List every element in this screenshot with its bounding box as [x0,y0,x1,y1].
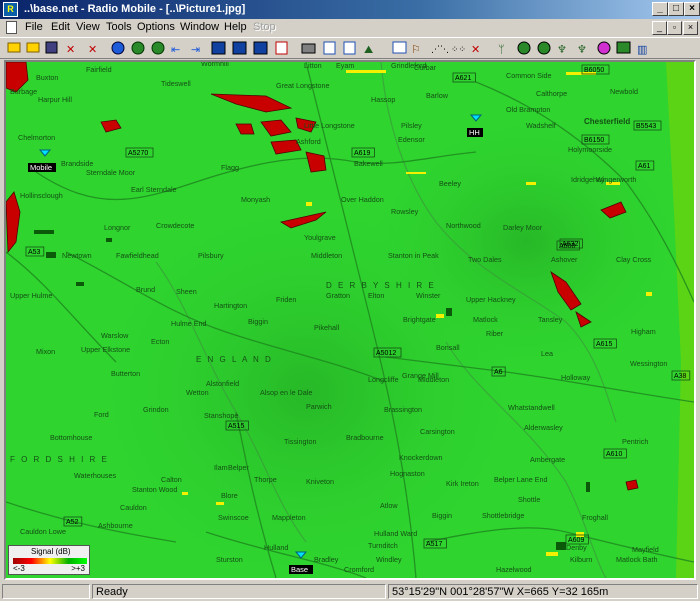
legend-title: Signal (dB) [31,547,71,556]
document-icon[interactable] [6,21,17,34]
unit-hh[interactable]: HH [467,114,483,137]
cartesian-coverage-icon[interactable] [537,41,551,55]
open-folder-icon[interactable] [7,42,21,53]
antenna-icon[interactable] [616,41,631,54]
unit-mobile[interactable]: Mobile [28,149,56,172]
map-view[interactable]: Buxton Fairfield Wormhill Litton Eyam Grindle… [4,60,696,580]
unit-marker-icon[interactable] [294,551,308,559]
unit-label: Mobile [30,163,52,172]
zoom-in-icon[interactable] [211,41,226,55]
status-state: Ready [92,584,386,599]
menu-view[interactable]: View [76,21,100,33]
zoom-out-icon[interactable] [232,41,247,55]
legend-icon[interactable]: ▥ [637,43,647,56]
menu-bar: File Edit View Tools Options Window Help… [0,19,700,37]
unit-markers: Mobile HH Base [28,114,483,574]
print-icon[interactable] [301,43,316,54]
unit-marker-icon[interactable] [38,149,52,157]
menu-options[interactable]: Options [137,21,175,33]
pdf-icon[interactable] [343,41,356,55]
overlay-icon[interactable]: ⋰⋱ [431,45,449,55]
child-close-button[interactable]: × [683,21,698,35]
child-minimize-button[interactable]: _ [652,21,667,35]
window-icon[interactable] [253,41,268,55]
maximize-button[interactable]: □ [668,2,684,16]
status-spacer [2,584,90,599]
grid-icon[interactable]: ⁘⁘ [451,45,466,55]
find-icon[interactable]: ⛰ [364,43,373,56]
menu-window[interactable]: Window [180,21,219,33]
save-icon[interactable] [45,41,58,54]
menu-help[interactable]: Help [224,21,247,33]
radio-link-icon[interactable]: ᛘ [498,43,505,56]
window-title: ..\base.net - Radio Mobile - [..\Picture… [24,3,246,15]
unit-label: HH [469,128,480,137]
legend-min: <-3 [13,564,25,573]
signal-legend: Signal (dB) <-3 >+3 [8,545,90,575]
menu-tools[interactable]: Tools [106,21,132,33]
map-properties-icon[interactable] [151,41,165,55]
child-restore-button[interactable]: ▫ [667,21,682,35]
route-coverage-icon[interactable]: ♆ [557,43,567,56]
close-icon[interactable]: ✕ [66,43,75,56]
unit-marker-icon[interactable] [469,114,483,122]
combine-icon[interactable]: ♆ [577,43,587,56]
world-icon[interactable] [131,41,145,55]
minimize-button[interactable]: _ [652,2,668,16]
copy-picture-icon[interactable] [392,41,407,54]
title-bar: R ..\base.net - Radio Mobile - [..\Pictu… [0,0,700,19]
extract-map-icon[interactable]: ⇤ [171,43,180,56]
unit-properties-icon[interactable] [111,41,125,55]
copy-icon[interactable] [323,41,336,55]
spectrum-icon[interactable] [597,41,611,55]
status-bar: Ready 53°15'29"N 001°28'57"W X=665 Y=32 … [0,582,700,601]
close-button[interactable]: × [684,2,700,16]
unit-label: Base [291,565,308,574]
points-icon[interactable]: ✕ [471,43,480,56]
unit-base[interactable]: Base [289,551,313,574]
radio-mobile-icon[interactable]: R [3,2,18,17]
save-picture-icon[interactable] [275,41,288,55]
menu-edit[interactable]: Edit [51,21,70,33]
legend-max: >+3 [71,564,85,573]
open-icon[interactable] [26,42,40,53]
elevation-icon[interactable]: ⚐ [411,43,421,56]
merge-icon[interactable]: ⇥ [191,43,200,56]
toolbar-icons: ✕ ✕ ⇤ ⇥ ⛰ ⚐ ⋰⋱ ⁘⁘ ✕ ᛘ ♆ ♆ ▥ [7,41,647,56]
menu-stop[interactable]: Stop [253,21,276,33]
network-properties-icon[interactable]: ✕ [88,43,97,56]
menu-file[interactable]: File [25,21,43,33]
polar-coverage-icon[interactable] [517,41,531,55]
status-position: 53°15'29"N 001°28'57"W X=665 Y=32 165m [388,584,698,599]
toolbar: ✕ ✕ ⇤ ⇥ ⛰ ⚐ ⋰⋱ ⁘⁘ ✕ ᛘ ♆ ♆ ▥ [0,37,700,59]
